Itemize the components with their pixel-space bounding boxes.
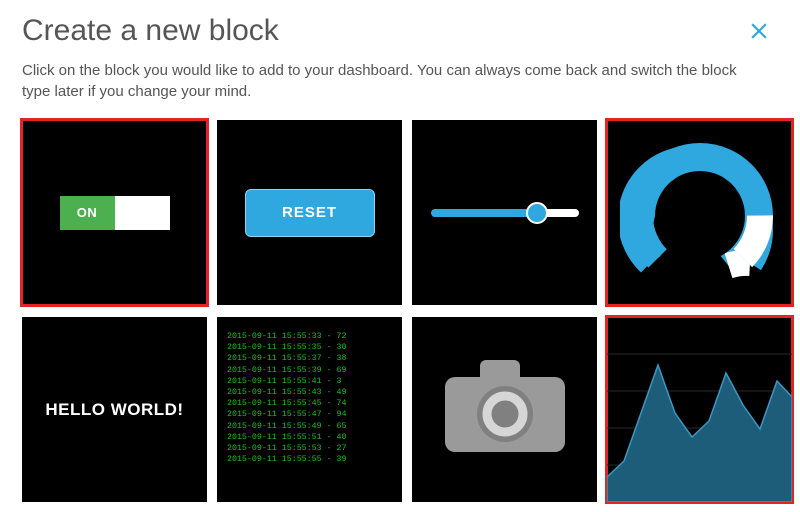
block-linechart[interactable] <box>607 317 792 502</box>
stream-line: 2015-09-11 15:55:49 - 65 <box>227 421 392 432</box>
block-text[interactable]: HELLO WORLD! <box>22 317 207 502</box>
stream-line: 2015-09-11 15:55:53 - 27 <box>227 443 392 454</box>
text-content: HELLO WORLD! <box>45 400 183 420</box>
page-subtitle: Click on the block you would like to add… <box>22 60 762 102</box>
block-gauge[interactable] <box>607 120 792 305</box>
stream-line: 2015-09-11 15:55:51 - 40 <box>227 432 392 443</box>
stream-line: 2015-09-11 15:55:47 - 94 <box>227 409 392 420</box>
stream-line: 2015-09-11 15:55:33 - 72 <box>227 331 392 342</box>
stream-line: 2015-09-11 15:55:35 - 30 <box>227 342 392 353</box>
stream-line: 2015-09-11 15:55:43 - 49 <box>227 387 392 398</box>
close-icon[interactable] <box>746 18 772 44</box>
toggle-on-label: ON <box>60 196 115 230</box>
reset-button: RESET <box>245 189 375 237</box>
block-slider[interactable] <box>412 120 597 305</box>
block-grid: ON RESET <box>22 120 778 502</box>
slider-control <box>431 209 579 217</box>
line-chart <box>607 317 792 502</box>
stream-line: 2015-09-11 15:55:41 - 3 <box>227 376 392 387</box>
slider-handle-icon <box>526 202 548 224</box>
stream-line: 2015-09-11 15:55:37 - 38 <box>227 353 392 364</box>
camera-icon <box>440 352 570 467</box>
stream-line: 2015-09-11 15:55:39 - 69 <box>227 365 392 376</box>
stream-log: 2015-09-11 15:55:33 - 72 2015-09-11 15:5… <box>217 317 402 502</box>
toggle-switch: ON <box>60 196 170 230</box>
stream-line: 2015-09-11 15:55:55 - 39 <box>227 454 392 465</box>
block-toggle[interactable]: ON <box>22 120 207 305</box>
stream-line: 2015-09-11 15:55:45 - 74 <box>227 398 392 409</box>
gauge-meter <box>620 138 780 288</box>
block-stream[interactable]: 2015-09-11 15:55:33 - 72 2015-09-11 15:5… <box>217 317 402 502</box>
block-image[interactable] <box>412 317 597 502</box>
block-button[interactable]: RESET <box>217 120 402 305</box>
page-title: Create a new block <box>22 14 778 48</box>
